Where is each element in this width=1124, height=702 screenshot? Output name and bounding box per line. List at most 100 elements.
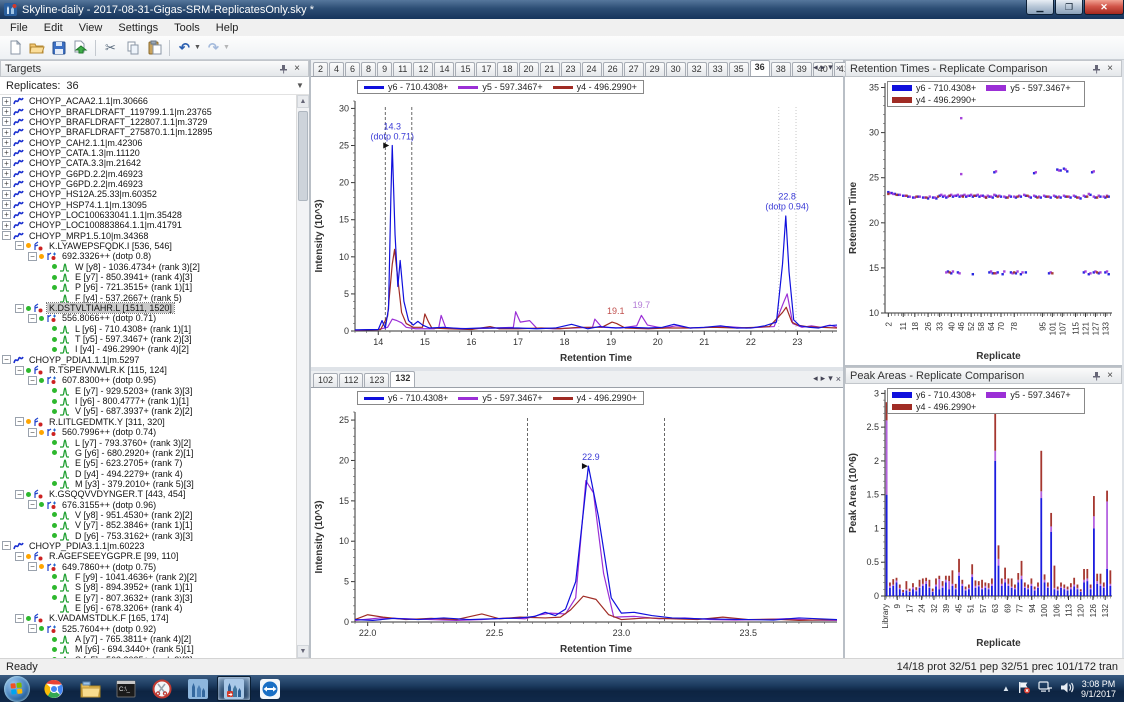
scroll-tabs-right-icon[interactable]: ▸ (821, 62, 826, 73)
pin-icon[interactable] (276, 62, 290, 75)
tree-item-prec[interactable]: −556.8066++ (dotp 0.71) (0, 313, 296, 323)
peak-areas-chart[interactable]: 00.511.522.53Peak Area (10^6)ReplicateLi… (845, 384, 1120, 650)
close-panel-icon[interactable]: × (1103, 62, 1117, 75)
tree-item-tran[interactable]: P [y6] - 721.3515+ (rank 1)[1] (0, 282, 296, 292)
menu-settings[interactable]: Settings (110, 21, 166, 35)
menu-tools[interactable]: Tools (166, 21, 208, 35)
replicate-tab-17[interactable]: 17 (476, 62, 496, 76)
replicate-tab-4[interactable]: 4 (329, 62, 344, 76)
tree-item-tran[interactable]: E [y6] - 678.3206+ (rank 4) (0, 603, 296, 613)
tab-list-dropdown-icon[interactable]: ▾ (828, 373, 833, 384)
network-icon[interactable] (1038, 681, 1053, 697)
tree-item-pep[interactable]: −R.TSPEIVNWLR.K [115, 124] (0, 365, 296, 375)
replicate-tab-21[interactable]: 21 (540, 62, 560, 76)
tree-item-tran[interactable]: V [y7] - 852.3846+ (rank 1)[1] (0, 520, 296, 530)
undo-button[interactable]: ↶ (174, 38, 195, 58)
scroll-thumb[interactable] (298, 111, 308, 201)
tree-item-tran[interactable]: A [y7] - 765.3811+ (rank 4)[2] (0, 634, 296, 644)
expand-icon[interactable]: + (2, 107, 11, 116)
collapse-icon[interactable]: − (15, 241, 24, 250)
expand-icon[interactable]: + (2, 117, 11, 126)
tab-list-dropdown-icon[interactable]: ▾ (828, 62, 833, 73)
expand-icon[interactable]: + (2, 200, 11, 209)
action-center-flag-icon[interactable] (1017, 681, 1031, 697)
tree-item-prec[interactable]: −525.7604++ (dotp 0.92) (0, 624, 296, 634)
volume-icon[interactable] (1060, 681, 1074, 697)
tree-item-pep[interactable]: −K.LYAWEPSFQDK.I [536, 546] (0, 241, 296, 251)
replicate-tab-102[interactable]: 102 (313, 373, 338, 387)
tree-item-tran[interactable]: L [y7] - 793.3760+ (rank 3)[2] (0, 437, 296, 447)
taskbar-skyline[interactable] (181, 676, 215, 701)
tree-item-prot[interactable]: +CHOYP_LOC100633041.1.1|m.35428 (0, 210, 296, 220)
tree-item-pep[interactable]: −R.AGEFSEEYGGPR.E [99, 110] (0, 551, 296, 561)
expand-icon[interactable]: + (2, 148, 11, 157)
undo-dropdown-arrow[interactable]: ▼ (194, 44, 202, 51)
import-results-button[interactable] (70, 38, 91, 58)
tree-item-prot[interactable]: −CHOYP_PDIA3.1.1|m.60223 (0, 541, 296, 551)
tree-item-tran[interactable]: E [y7] - 929.5203+ (rank 3)[3] (0, 386, 296, 396)
close-panel-icon[interactable]: × (1103, 369, 1117, 382)
replicate-tab-27[interactable]: 27 (624, 62, 644, 76)
tree-item-tran[interactable]: M [y6] - 694.3440+ (rank 5)[1] (0, 644, 296, 654)
pin-icon[interactable] (1089, 62, 1103, 75)
close-tab-icon[interactable]: × (836, 374, 841, 384)
collapse-icon[interactable]: − (15, 614, 24, 623)
tree-item-prec[interactable]: −649.7860++ (dotp 0.75) (0, 561, 296, 571)
replicate-tab-12[interactable]: 12 (413, 62, 433, 76)
tree-item-prec[interactable]: −692.3326++ (dotp 0.8) (0, 251, 296, 261)
tree-item-tran[interactable]: T [y5] - 597.3467+ (rank 2)[3] (0, 334, 296, 344)
collapse-icon[interactable]: − (28, 624, 37, 633)
tree-item-prot[interactable]: +CHOYP_HS12A.25.33|m.60352 (0, 189, 296, 199)
expand-icon[interactable]: + (2, 138, 11, 147)
tree-item-tran[interactable]: F [y9] - 1041.4636+ (rank 2)[2] (0, 572, 296, 582)
tree-item-tran[interactable]: S [y8] - 894.3952+ (rank 1)[1] (0, 582, 296, 592)
tree-item-prec[interactable]: −676.3155++ (dotp 0.96) (0, 499, 296, 509)
replicate-tab-33[interactable]: 33 (708, 62, 728, 76)
replicate-tab-35[interactable]: 35 (729, 62, 749, 76)
collapse-icon[interactable]: − (2, 541, 11, 550)
close-button[interactable]: ✕ (1084, 0, 1124, 15)
tree-item-prot[interactable]: +CHOYP_HSP74.1.1|m.13095 (0, 199, 296, 209)
tree-item-pep[interactable]: −K.VADAMSTDLK.F [165, 174] (0, 613, 296, 623)
tray-expand-icon[interactable]: ▲ (1002, 684, 1010, 693)
tree-item-pep[interactable]: −K.DSTVLTIAHR.L [1511, 1520] (0, 303, 296, 313)
expand-icon[interactable]: + (2, 159, 11, 168)
replicate-tab-9[interactable]: 9 (377, 62, 392, 76)
redo-dropdown-arrow[interactable]: ▼ (223, 44, 231, 51)
collapse-icon[interactable]: − (15, 417, 24, 426)
expand-icon[interactable]: + (2, 221, 11, 230)
tree-item-tran[interactable]: I [y4] - 496.2990+ (rank 4)[2] (0, 344, 296, 354)
tree-item-tran[interactable]: V [y5] - 687.3937+ (rank 2)[2] (0, 406, 296, 416)
paste-button[interactable] (144, 38, 165, 58)
tree-item-tran[interactable]: I [y6] - 800.4777+ (rank 1)[1] (0, 396, 296, 406)
replicate-tab-18[interactable]: 18 (497, 62, 517, 76)
collapse-icon[interactable]: − (28, 376, 37, 385)
collapse-icon[interactable]: − (28, 314, 37, 323)
redo-button[interactable]: ↷ (203, 38, 224, 58)
taskbar-skyline-daily[interactable] (217, 676, 251, 701)
replicate-tab-6[interactable]: 6 (345, 62, 360, 76)
replicate-tab-8[interactable]: 8 (361, 62, 376, 76)
tree-item-prot[interactable]: +CHOYP_CATA.1.3|m.11120 (0, 148, 296, 158)
menu-help[interactable]: Help (208, 21, 247, 35)
tree-item-pep[interactable]: −R.LITLGEDMTK.Y [311, 320] (0, 417, 296, 427)
scroll-tabs-left-icon[interactable]: ◂ (813, 62, 818, 73)
replicate-tab-14[interactable]: 14 (434, 62, 454, 76)
scroll-tabs-right-icon[interactable]: ▸ (821, 373, 826, 384)
targets-scrollbar[interactable]: ▲ ▼ (296, 95, 309, 658)
tree-item-prot[interactable]: +CHOYP_G6PD.2.2|m.46923 (0, 168, 296, 178)
taskbar-clock[interactable]: 3:08 PM 9/1/2017 (1081, 679, 1116, 699)
expand-icon[interactable]: + (2, 97, 11, 106)
tree-item-tran[interactable]: V [y8] - 951.4530+ (rank 2)[2] (0, 510, 296, 520)
cut-button[interactable]: ✂ (100, 38, 121, 58)
tree-item-pep[interactable]: −K.GSQQVVDYNGER.T [443, 454] (0, 489, 296, 499)
replicate-tab-30[interactable]: 30 (666, 62, 686, 76)
collapse-icon[interactable]: − (28, 500, 37, 509)
tree-item-prec[interactable]: −560.7996++ (dotp 0.74) (0, 427, 296, 437)
collapse-icon[interactable]: − (15, 490, 24, 499)
tree-item-prot[interactable]: +CHOYP_G6PD.2.2|m.46923 (0, 179, 296, 189)
tree-item-tran[interactable]: F [y4] - 537.2667+ (rank 5) (0, 293, 296, 303)
chromatogram-bottom-chart[interactable]: 22.022.523.023.50510152025Intensity (10^… (311, 388, 843, 656)
tree-item-tran[interactable]: E [y7] - 850.3941+ (rank 4)[3] (0, 272, 296, 282)
open-folder-button[interactable] (26, 38, 47, 58)
